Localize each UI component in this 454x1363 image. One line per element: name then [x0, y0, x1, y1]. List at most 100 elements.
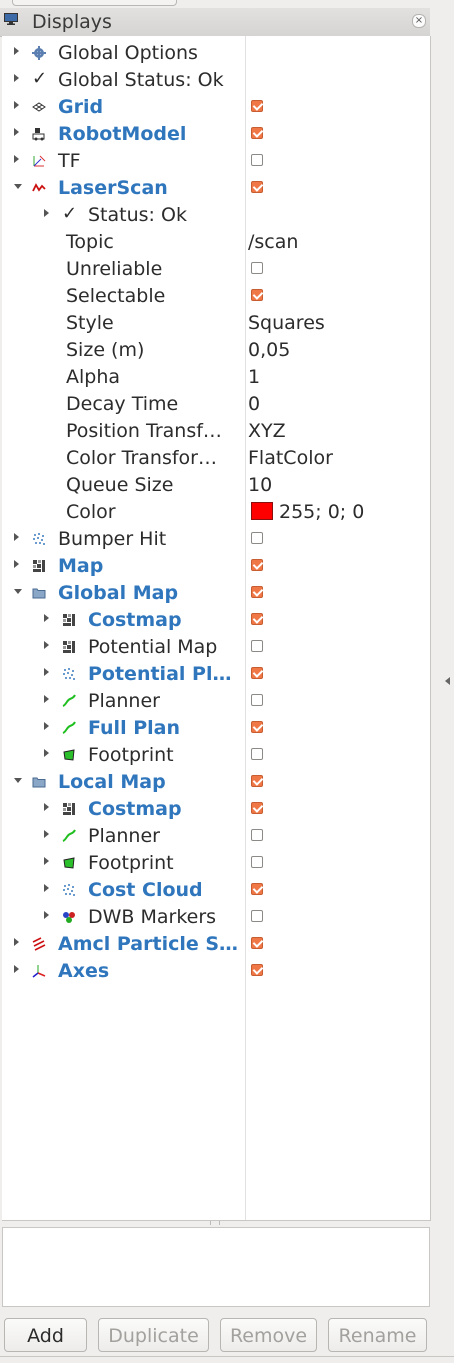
property-value[interactable]: 255; 0; 0	[279, 501, 364, 523]
tree-row[interactable]: RobotModel	[2, 120, 430, 147]
remove-button[interactable]: Remove	[220, 1318, 317, 1352]
expand-arrow-down-icon[interactable]	[14, 589, 22, 594]
enable-checkbox[interactable]	[251, 964, 263, 976]
expand-arrow-right-icon[interactable]	[14, 965, 19, 973]
enable-checkbox[interactable]	[251, 559, 263, 571]
property-value[interactable]: 0,05	[248, 339, 290, 361]
tree-row[interactable]: ✓ Status: Ok	[2, 201, 430, 228]
tree-row[interactable]: Costmap	[2, 606, 430, 633]
enable-checkbox[interactable]	[251, 640, 263, 652]
enable-checkbox[interactable]	[251, 613, 263, 625]
tree-row[interactable]: DWB Markers	[2, 903, 430, 930]
expand-arrow-right-icon[interactable]	[44, 803, 49, 811]
upper-tab[interactable]	[12, 0, 177, 6]
enable-checkbox[interactable]	[251, 910, 263, 922]
add-button[interactable]: Add	[4, 1318, 87, 1352]
property-value[interactable]: 0	[248, 393, 260, 415]
tree-row[interactable]: Grid	[2, 93, 430, 120]
duplicate-button[interactable]: Duplicate	[98, 1318, 209, 1352]
color-swatch[interactable]	[251, 502, 273, 520]
tree-row[interactable]: Footprint	[2, 741, 430, 768]
tree-row[interactable]: Position Transf… XYZ	[2, 417, 430, 444]
expand-arrow-right-icon[interactable]	[44, 749, 49, 757]
tree-row[interactable]: Unreliable	[2, 255, 430, 282]
tree-row[interactable]: ✓ Global Status: Ok	[2, 66, 430, 93]
expand-arrow-right-icon[interactable]	[14, 101, 19, 109]
tree-row[interactable]: Topic/scan	[2, 228, 430, 255]
expand-arrow-down-icon[interactable]	[14, 184, 22, 189]
splitter-handle[interactable]	[0, 1220, 430, 1226]
expand-arrow-right-icon[interactable]	[44, 722, 49, 730]
enable-checkbox[interactable]	[251, 694, 263, 706]
expand-arrow-right-icon[interactable]	[44, 695, 49, 703]
expand-arrow-right-icon[interactable]	[44, 614, 49, 622]
displays-tree[interactable]: Global Options ✓ Global Status: Ok Grid Robo…	[2, 36, 431, 1221]
tree-row[interactable]: Color 255; 0; 0	[2, 498, 430, 525]
enable-checkbox[interactable]	[251, 748, 263, 760]
tree-row[interactable]: Full Plan	[2, 714, 430, 741]
enable-checkbox[interactable]	[251, 532, 263, 544]
tree-row[interactable]: Alpha 1	[2, 363, 430, 390]
expand-arrow-right-icon[interactable]	[44, 857, 49, 865]
property-value[interactable]: XYZ	[248, 420, 286, 442]
expand-arrow-right-icon[interactable]	[14, 74, 19, 82]
tree-row[interactable]: Potential Map	[2, 633, 430, 660]
tree-row[interactable]: Costmap	[2, 795, 430, 822]
enable-checkbox[interactable]	[251, 802, 263, 814]
enable-checkbox[interactable]	[251, 181, 263, 193]
property-value[interactable]: FlatColor	[248, 447, 333, 469]
tree-row[interactable]: Cost Cloud	[2, 876, 430, 903]
property-value[interactable]: 10	[248, 474, 272, 496]
expand-arrow-right-icon[interactable]	[44, 884, 49, 892]
enable-checkbox[interactable]	[251, 775, 263, 787]
enable-checkbox[interactable]	[251, 154, 263, 166]
tree-row[interactable]: Style Squares	[2, 309, 430, 336]
tree-row[interactable]: Color Transfor… FlatColor	[2, 444, 430, 471]
enable-checkbox[interactable]	[251, 721, 263, 733]
tree-row[interactable]: Planner	[2, 822, 430, 849]
expand-arrow-down-icon[interactable]	[14, 778, 22, 783]
enable-checkbox[interactable]	[251, 829, 263, 841]
rename-button[interactable]: Rename	[328, 1318, 427, 1352]
tree-row[interactable]: TF	[2, 147, 430, 174]
tree-row[interactable]: Global Options	[2, 39, 430, 66]
property-value[interactable]: Squares	[248, 312, 325, 334]
expand-arrow-right-icon[interactable]	[14, 938, 19, 946]
tree-row[interactable]: Queue Size 10	[2, 471, 430, 498]
tree-row[interactable]: Potential Pl…	[2, 660, 430, 687]
close-icon[interactable]: ×	[412, 14, 426, 28]
expand-arrow-right-icon[interactable]	[44, 209, 49, 217]
tree-row[interactable]: LaserScan	[2, 174, 430, 201]
expand-arrow-right-icon[interactable]	[44, 830, 49, 838]
expand-arrow-right-icon[interactable]	[44, 668, 49, 676]
tree-row[interactable]: Map	[2, 552, 430, 579]
tree-row[interactable]: Decay Time 0	[2, 390, 430, 417]
expand-arrow-right-icon[interactable]	[14, 560, 19, 568]
enable-checkbox[interactable]	[251, 937, 263, 949]
tree-row[interactable]: Amcl Particle S…	[2, 930, 430, 957]
expand-arrow-right-icon[interactable]	[44, 911, 49, 919]
property-value[interactable]: /scan	[248, 231, 298, 253]
enable-checkbox[interactable]	[251, 586, 263, 598]
expand-arrow-right-icon[interactable]	[14, 533, 19, 541]
tree-row[interactable]: Local Map	[2, 768, 430, 795]
enable-checkbox[interactable]	[251, 127, 263, 139]
tree-row[interactable]: Size (m) 0,05	[2, 336, 430, 363]
property-value[interactable]: 1	[248, 366, 260, 388]
enable-checkbox[interactable]	[251, 262, 263, 274]
tree-row[interactable]: Bumper Hit	[2, 525, 430, 552]
enable-checkbox[interactable]	[251, 100, 263, 112]
enable-checkbox[interactable]	[251, 667, 263, 679]
expand-arrow-right-icon[interactable]	[14, 47, 19, 55]
tree-row[interactable]: Planner	[2, 687, 430, 714]
tree-row[interactable]: Footprint	[2, 849, 430, 876]
tree-row[interactable]: Selectable	[2, 282, 430, 309]
enable-checkbox[interactable]	[251, 289, 263, 301]
expand-arrow-right-icon[interactable]	[14, 155, 19, 163]
enable-checkbox[interactable]	[251, 883, 263, 895]
collapse-arrow-icon[interactable]	[445, 677, 450, 685]
expand-arrow-right-icon[interactable]	[44, 641, 49, 649]
expand-arrow-right-icon[interactable]	[14, 128, 19, 136]
tree-row[interactable]: Axes	[2, 957, 430, 984]
enable-checkbox[interactable]	[251, 856, 263, 868]
